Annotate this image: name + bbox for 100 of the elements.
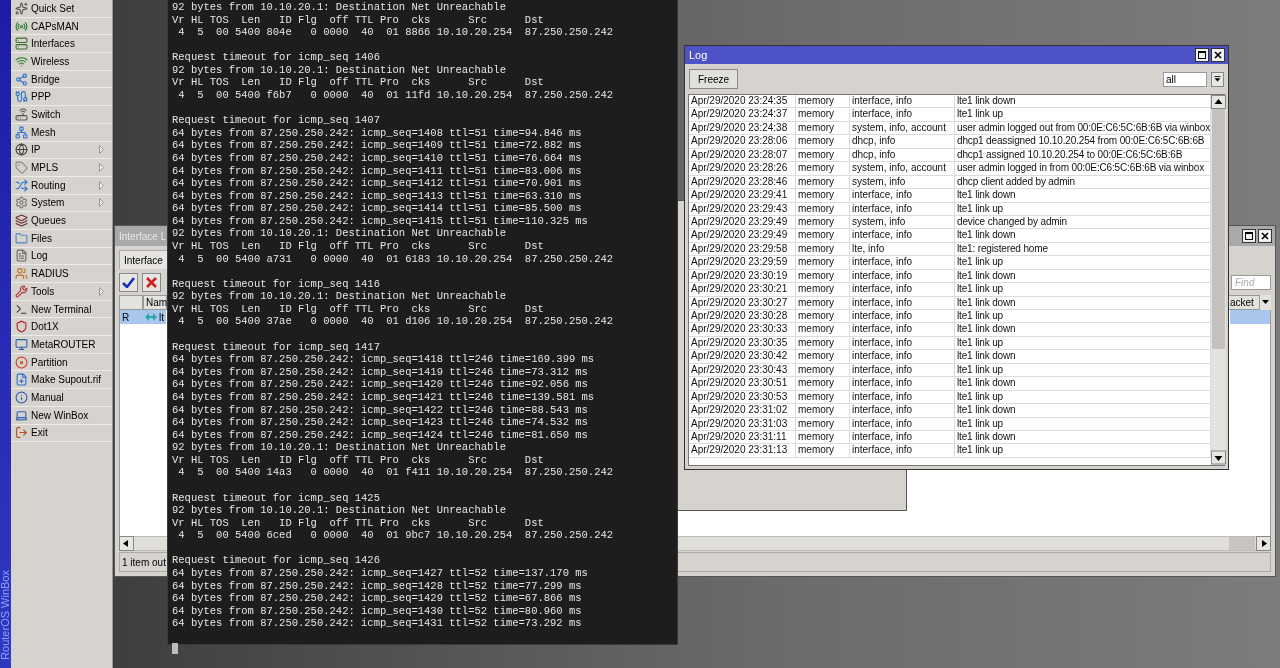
enable-button[interactable] — [119, 272, 138, 292]
log-row[interactable]: Apr/29/2020 23:30:42 memory interface, info lte1 link down — [689, 350, 1211, 364]
maximize-button[interactable] — [1195, 48, 1209, 62]
menu-item[interactable]: New WinBox — [11, 406, 112, 425]
table-cell: Apr/29/2020 23:28:26 — [689, 162, 796, 175]
terminal-line: 64 bytes from 87.250.250.242: icmp_seq=1412 ttl=51 time=70.901 ms — [172, 177, 583, 190]
table-cell: memory — [796, 189, 850, 202]
close-button[interactable] — [1211, 48, 1225, 62]
table-cell: interface, info — [850, 444, 955, 457]
log-row[interactable]: Apr/29/2020 23:30:33 memory interface, info lte1 link down — [689, 323, 1211, 337]
table-cell: Apr/29/2020 23:24:38 — [689, 121, 796, 135]
menu-item[interactable]: Partition — [11, 353, 112, 372]
table-cell: lte, info — [850, 242, 955, 256]
menu-item[interactable]: MetaROUTER — [11, 336, 112, 354]
table-cell: interface, info — [850, 269, 955, 283]
menu-item[interactable]: Files — [11, 229, 112, 248]
maximize-button[interactable] — [1242, 229, 1256, 243]
terminal-line: 4 5 00 5400 14a3 0 0000 40 01 f411 10.10.20.254 87.250.250.242 — [177, 466, 615, 479]
terminal-line: 64 bytes from 87.250.250.242: icmp_seq=1424 ttl=246 time=81.650 ms — [172, 428, 589, 442]
table-cell: memory — [796, 404, 850, 417]
log-row[interactable]: Apr/29/2020 23:29:49 memory interface, info lte1 link down — [689, 229, 1211, 243]
menu-item[interactable]: CAPsMAN — [11, 17, 112, 36]
menu-item[interactable]: Tools — [11, 283, 112, 301]
log-row[interactable]: Apr/29/2020 23:24:35 memory interface, info lte1 link down — [689, 95, 1211, 109]
log-row[interactable]: Apr/29/2020 23:31:03 memory interface, info lte1 link up — [689, 417, 1211, 431]
table-cell: Apr/29/2020 23:29:59 — [689, 256, 796, 269]
close-button[interactable] — [1258, 229, 1272, 243]
menu-item[interactable]: PPP — [11, 88, 112, 107]
log-row[interactable]: Apr/29/2020 23:31:02 memory interface, info lte1 link down — [689, 404, 1211, 418]
menu-item[interactable]: RADIUS — [11, 265, 112, 283]
table-cell: dhcp, info — [850, 135, 955, 148]
row-highlight — [1230, 310, 1270, 324]
table-cell: Apr/29/2020 23:28:46 — [689, 175, 796, 189]
log-row[interactable]: Apr/29/2020 23:28:06 memory dhcp, info dhcp1 deassigned 10.10.20.254 from 00:0E:C6:5C:6B:6B — [689, 135, 1211, 149]
table-cell: interface, info — [850, 310, 955, 323]
column-header[interactable]: Nam — [143, 295, 167, 310]
table-cell: memory — [796, 390, 850, 404]
freeze-button[interactable]: Freeze — [689, 69, 739, 89]
log-row[interactable]: Apr/29/2020 23:30:28 memory interface, info lte1 link up — [689, 310, 1211, 324]
log-row[interactable]: Apr/29/2020 23:30:19 memory interface, info lte1 link down — [689, 269, 1211, 284]
table-cell: Apr/29/2020 23:31:03 — [689, 417, 796, 430]
filter-dropdown[interactable]: all — [1163, 71, 1207, 87]
find-field[interactable]: Find — [1231, 274, 1271, 290]
menu-item[interactable]: IP — [11, 141, 112, 160]
log-row[interactable]: Apr/29/2020 23:28:46 memory system, info dhcp client added by admin — [689, 175, 1211, 190]
cursor — [172, 643, 178, 655]
log-row[interactable]: Apr/29/2020 23:31:13 memory interface, info lte1 link up — [689, 444, 1211, 458]
log-row[interactable]: Apr/29/2020 23:30:51 memory interface, info lte1 link down — [689, 377, 1211, 391]
table-cell: interface, info — [850, 417, 955, 430]
log-row[interactable]: Apr/29/2020 23:30:53 memory interface, info lte1 link up — [689, 390, 1211, 405]
status-text: 1 item out — [122, 556, 166, 568]
dropdown-button[interactable] — [1211, 71, 1224, 87]
menu-item[interactable]: New Terminal — [11, 300, 112, 319]
menu-item[interactable]: Make Supout.rif — [11, 371, 112, 390]
log-row[interactable]: Apr/29/2020 23:30:43 memory interface, info lte1 link up — [689, 363, 1211, 378]
menu-item[interactable]: Exit — [11, 424, 112, 443]
terminal-line: 4 5 00 5400 804e 0 0000 40 01 8866 10.10.20.254 87.250.250.242 — [177, 26, 615, 39]
submenu-arrow-icon — [99, 286, 104, 296]
terminal-line: 4 5 00 5400 37ae 0 0000 40 01 d106 10.10.20.254 87.250.250.242 — [177, 315, 615, 329]
log-row[interactable]: Apr/29/2020 23:24:38 memory system, info, account user admin logged out from 00:0E:C6:5C:6B:6B via winbox — [689, 121, 1211, 136]
log-row[interactable]: Apr/29/2020 23:29:58 memory lte, info lte1: registered home — [689, 242, 1211, 257]
menu-item[interactable]: Queues — [11, 212, 112, 230]
menu-item[interactable]: Interfaces — [11, 35, 112, 54]
disable-button[interactable] — [142, 272, 161, 292]
table-cell: memory — [796, 108, 850, 121]
terminal-line: Request timeout for icmp_seq 1425 — [172, 491, 381, 505]
log-row[interactable]: Apr/29/2020 23:29:43 memory interface, info lte1 link up — [689, 202, 1211, 216]
log-row[interactable]: Apr/29/2020 23:30:35 memory interface, info lte1 link up — [689, 336, 1211, 351]
routing-icon — [15, 178, 28, 192]
terminal-line: 64 bytes from 87.250.250.242: icmp_seq=1414 ttl=51 time=85.500 ms — [172, 202, 583, 215]
menu-item[interactable]: MPLS — [11, 159, 112, 177]
table-row[interactable]: R lt — [120, 310, 166, 324]
table-cell: memory — [796, 256, 850, 269]
menu-item[interactable]: Switch — [11, 106, 112, 124]
log-row[interactable]: Apr/29/2020 23:30:27 memory interface, info lte1 link down — [689, 296, 1211, 310]
log-row[interactable]: Apr/29/2020 23:24:37 memory interface, info lte1 link up — [689, 108, 1211, 122]
menu-item[interactable]: Wireless — [11, 53, 112, 71]
menu-item[interactable]: Routing — [11, 176, 112, 195]
log-row[interactable]: Apr/29/2020 23:29:49 memory system, info device changed by admin — [689, 215, 1211, 230]
log-row[interactable]: Apr/29/2020 23:28:26 memory system, info, account user admin logged in from 00:0E:C6:5C:6B:6B via winbox — [689, 162, 1211, 176]
log-row[interactable]: Apr/29/2020 23:29:59 memory interface, info lte1 link up — [689, 256, 1211, 270]
menu-item[interactable]: Manual — [11, 389, 112, 407]
menu-item[interactable]: Dot1X — [11, 318, 112, 337]
table-cell: interface, info — [850, 202, 955, 215]
log-row[interactable]: Apr/29/2020 23:29:41 memory interface, info lte1 link down — [689, 189, 1211, 203]
log-row[interactable]: Apr/29/2020 23:31:11 memory interface, info lte1 link down — [689, 430, 1211, 445]
menu-item[interactable]: Mesh — [11, 123, 112, 142]
vertical-scrollbar[interactable] — [1211, 95, 1226, 465]
table-cell: memory — [796, 417, 850, 430]
log-row[interactable]: Apr/29/2020 23:28:07 memory dhcp, info dhcp1 assigned 10.10.20.254 to 00:0E:C6:5C:6B:6B — [689, 148, 1211, 163]
menu-item[interactable]: Log — [11, 247, 112, 266]
menu-item[interactable]: System — [11, 194, 112, 213]
log-row[interactable]: Apr/29/2020 23:30:21 memory interface, info lte1 link up — [689, 283, 1211, 297]
tab[interactable]: Interface — [119, 250, 170, 269]
terminal-line: 4 5 00 5400 a731 0 0000 40 01 6183 10.10.20.254 87.250.250.242 — [177, 252, 615, 266]
terminal-line: 64 bytes from 87.250.250.242: icmp_seq=1429 ttl=52 time=67.866 ms — [172, 592, 583, 605]
table-cell: memory — [796, 175, 850, 189]
terminal-line: 64 bytes from 87.250.250.242: icmp_seq=1409 ttl=51 time=72.882 ms — [172, 139, 583, 152]
menu-item[interactable]: Bridge — [11, 70, 112, 89]
menu-item[interactable]: Quick Set — [11, 0, 112, 18]
